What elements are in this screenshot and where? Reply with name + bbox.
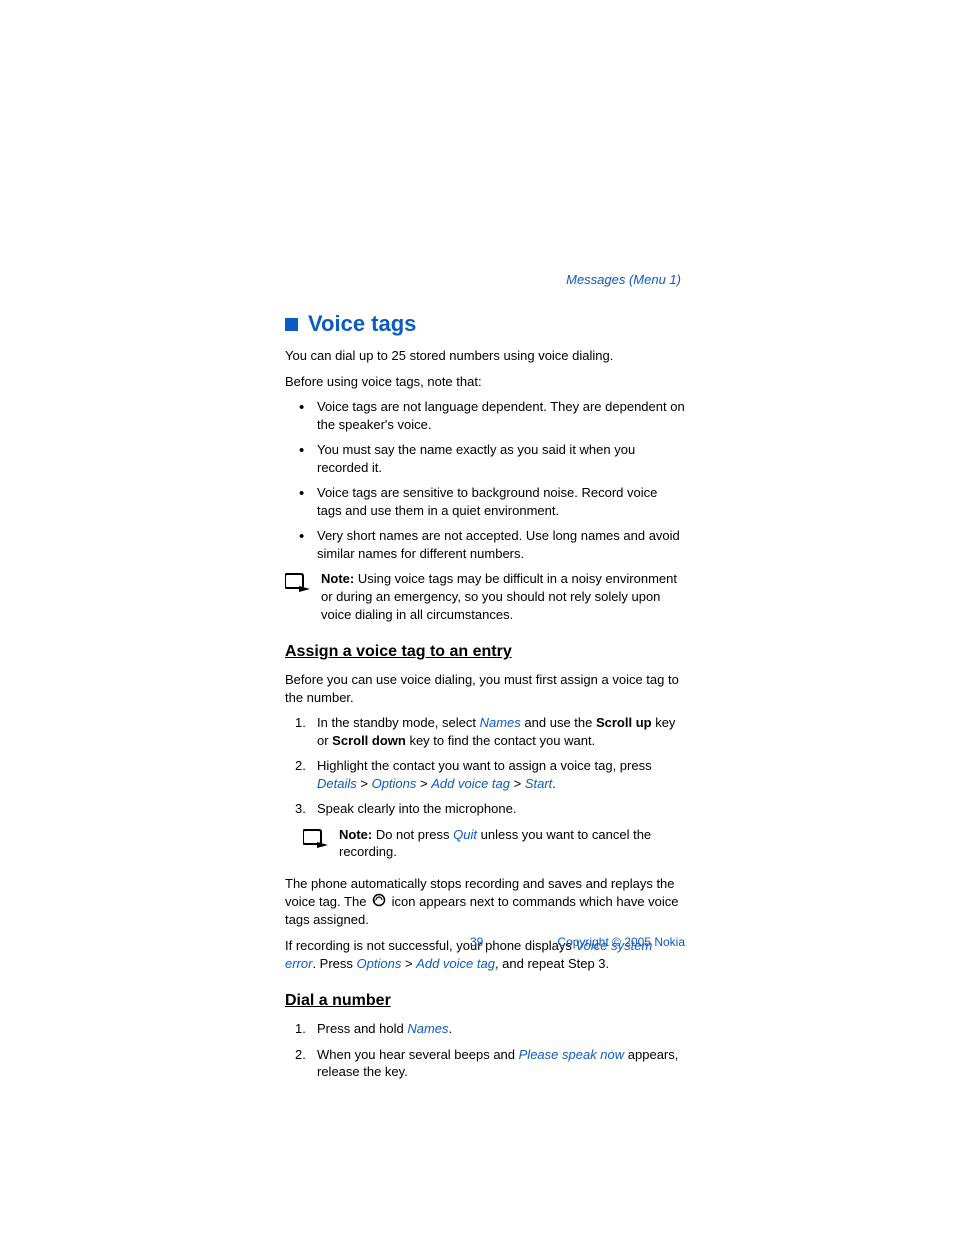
assign-steps: In the standby mode, select Names and us…: [285, 714, 685, 818]
bullet-item: Very short names are not accepted. Use l…: [303, 527, 685, 562]
note-icon: [285, 570, 321, 597]
page-footer: 39 Copyright © 2005 Nokia: [285, 935, 685, 949]
page-number: 39: [470, 935, 483, 949]
note-text-1: Note: Using voice tags may be difficult …: [321, 570, 685, 623]
note-block-2: Note: Do not press Quit unless you want …: [303, 826, 685, 861]
add-voice-tag-link-2[interactable]: Add voice tag: [416, 956, 495, 971]
names-link-2[interactable]: Names: [407, 1021, 448, 1036]
assign-intro: Before you can use voice dialing, you mu…: [285, 671, 685, 706]
start-link[interactable]: Start: [525, 776, 552, 791]
note-label: Note:: [339, 827, 372, 842]
header-breadcrumb[interactable]: Messages (Menu 1): [285, 272, 685, 287]
options-link-2[interactable]: Options: [357, 956, 402, 971]
intro-paragraph-2: Before using voice tags, note that:: [285, 373, 685, 391]
options-link[interactable]: Options: [372, 776, 417, 791]
text: .: [449, 1021, 453, 1036]
dial-heading: Dial a number: [285, 992, 685, 1010]
note-text-2: Note: Do not press Quit unless you want …: [339, 826, 685, 861]
quit-link[interactable]: Quit: [453, 827, 477, 842]
text: In the standby mode, select: [317, 715, 480, 730]
copyright-text: Copyright © 2005 Nokia: [557, 935, 685, 949]
intro-paragraph-1: You can dial up to 25 stored numbers usi…: [285, 347, 685, 365]
bullet-item: Voice tags are not language dependent. T…: [303, 398, 685, 433]
note-body: Using voice tags may be difficult in a n…: [321, 571, 677, 621]
text: >: [510, 776, 525, 791]
assign-heading: Assign a voice tag to an entry: [285, 643, 685, 661]
text: . Press: [312, 956, 356, 971]
document-page: Messages (Menu 1) Voice tags You can dia…: [285, 272, 685, 1089]
note-block-1: Note: Using voice tags may be difficult …: [285, 570, 685, 623]
assign-step-1: In the standby mode, select Names and us…: [303, 714, 685, 749]
add-voice-tag-link[interactable]: Add voice tag: [431, 776, 510, 791]
text: >: [357, 776, 372, 791]
note-icon: [303, 826, 339, 853]
square-bullet-icon: [285, 318, 298, 331]
assign-step-3: Speak clearly into the microphone.: [303, 800, 685, 818]
bullet-list: Voice tags are not language dependent. T…: [285, 398, 685, 562]
text: Press and hold: [317, 1021, 407, 1036]
text: >: [401, 956, 416, 971]
dial-step-2: When you hear several beeps and Please s…: [303, 1046, 685, 1081]
text: Highlight the contact you want to assign…: [317, 758, 652, 773]
section-heading: Voice tags: [285, 311, 685, 337]
scroll-up-key: Scroll up: [596, 715, 652, 730]
text: , and repeat Step 3.: [495, 956, 609, 971]
note-label: Note:: [321, 571, 354, 586]
dial-steps: Press and hold Names. When you hear seve…: [285, 1020, 685, 1081]
text: Do not press: [372, 827, 453, 842]
voice-tag-icon: [372, 893, 386, 912]
text: >: [416, 776, 431, 791]
bullet-item: Voice tags are sensitive to background n…: [303, 484, 685, 519]
scroll-down-key: Scroll down: [332, 733, 406, 748]
text: .: [552, 776, 556, 791]
dial-step-1: Press and hold Names.: [303, 1020, 685, 1038]
text: key to find the contact you want.: [406, 733, 595, 748]
details-link[interactable]: Details: [317, 776, 357, 791]
bullet-item: You must say the name exactly as you sai…: [303, 441, 685, 476]
text: When you hear several beeps and: [317, 1047, 519, 1062]
please-speak-now-link[interactable]: Please speak now: [519, 1047, 625, 1062]
text: and use the: [521, 715, 596, 730]
names-link[interactable]: Names: [480, 715, 521, 730]
assign-step-2: Highlight the contact you want to assign…: [303, 757, 685, 792]
section-title-text: Voice tags: [308, 311, 416, 337]
after-note-p1: The phone automatically stops recording …: [285, 875, 685, 929]
